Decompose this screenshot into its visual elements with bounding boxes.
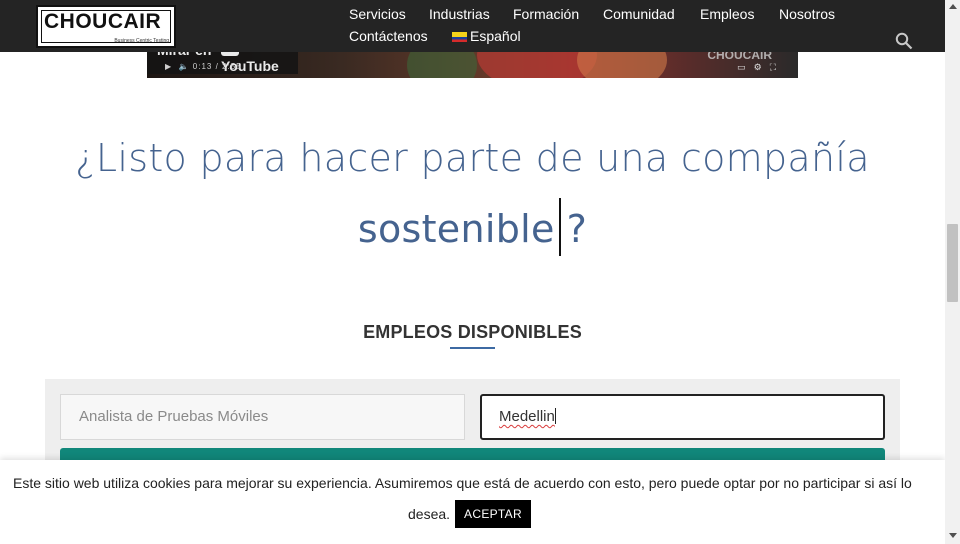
- language-label: Español: [470, 28, 521, 44]
- typing-caret: [558, 198, 561, 256]
- video-time: 0:13 / 2:55: [192, 62, 242, 71]
- site-header: CHOUCAIR Business Centric Testing Servic…: [0, 0, 945, 52]
- scroll-up-arrow-icon[interactable]: [949, 4, 957, 9]
- title-underline: [450, 347, 495, 349]
- video-settings-icons[interactable]: ▭⚙⛶: [737, 62, 784, 73]
- scrollbar-thumb[interactable]: [947, 224, 958, 302]
- nav-industrias[interactable]: Industrias: [429, 6, 490, 22]
- logo-title: CHOUCAIR: [44, 10, 162, 33]
- page-scrollbar[interactable]: [945, 0, 960, 544]
- hero-question-end: ?: [566, 207, 588, 251]
- cookie-message-end: desea.: [408, 506, 451, 522]
- hero-heading-line1: ¿Listo para hacer parte de una compañía: [75, 136, 870, 180]
- nav-formacion[interactable]: Formación: [513, 6, 579, 22]
- job-title-input[interactable]: Analista de Pruebas Móviles: [60, 394, 465, 440]
- nav-servicios[interactable]: Servicios: [349, 6, 406, 22]
- page: Mirar en YouTube ▶ 🔈 0:13 / 2:55 CHOUCAI…: [0, 0, 960, 544]
- nav-language-espanol[interactable]: Español: [452, 28, 521, 44]
- hero-heading-line2: sostenible?: [0, 198, 945, 256]
- choucair-logo[interactable]: CHOUCAIR Business Centric Testing: [36, 5, 176, 48]
- cookie-message: Este sitio web utiliza cookies para mejo…: [13, 475, 912, 491]
- scroll-down-arrow-icon[interactable]: [949, 533, 957, 538]
- city-value: Medellin: [499, 408, 555, 425]
- job-title-placeholder: Analista de Pruebas Móviles: [79, 408, 269, 425]
- cookie-banner: Este sitio web utiliza cookies para mejo…: [0, 460, 945, 544]
- nav-comunidad[interactable]: Comunidad: [603, 6, 675, 22]
- job-search-panel: Analista de Pruebas Móviles Medellin: [45, 379, 900, 469]
- nav-empleos[interactable]: Empleos: [700, 6, 754, 22]
- colombia-flag-icon: [452, 32, 467, 42]
- nav-contactenos[interactable]: Contáctenos: [349, 28, 428, 44]
- video-controls[interactable]: ▶ 🔈 0:13 / 2:55: [165, 62, 242, 71]
- nav-nosotros[interactable]: Nosotros: [779, 6, 835, 22]
- search-icon[interactable]: [895, 32, 913, 50]
- city-input[interactable]: Medellin: [480, 394, 885, 440]
- text-caret: [554, 408, 556, 424]
- hero-rotating-word: sostenible: [357, 207, 555, 251]
- logo-subtitle: Business Centric Testing: [114, 38, 169, 44]
- jobs-section-title: EMPLEOS DISPONIBLES: [363, 322, 582, 342]
- accept-cookies-button[interactable]: ACEPTAR: [455, 500, 531, 528]
